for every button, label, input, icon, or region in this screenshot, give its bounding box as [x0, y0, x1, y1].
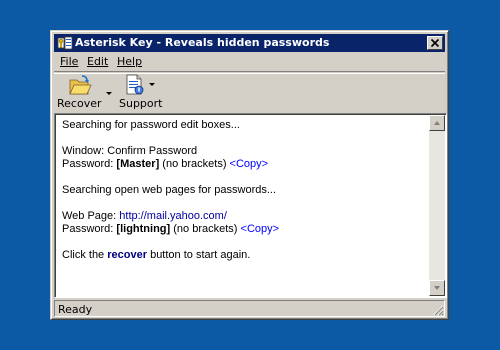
- menu-separator: [54, 71, 445, 74]
- log-line-password-1: Password: [Master] (no brackets) <Copy>: [62, 158, 422, 171]
- menu-bar: File Edit Help: [54, 53, 445, 70]
- document-icon: [124, 74, 146, 99]
- log-line-web-page: Web Page: http://mail.yahoo.com/: [62, 210, 422, 223]
- close-button[interactable]: [427, 36, 443, 50]
- support-button[interactable]: Support: [115, 74, 163, 110]
- recover-label: Recover: [57, 97, 102, 110]
- scroll-up-button[interactable]: [429, 115, 445, 131]
- menu-edit[interactable]: Edit: [87, 55, 108, 68]
- window-title: Asterisk Key - Reveals hidden passwords: [75, 36, 330, 49]
- log-line-password-2: Password: [lightning] (no brackets) <Cop…: [62, 223, 422, 236]
- menu-edit-label: Edit: [87, 55, 109, 68]
- web-page-url-link[interactable]: http://mail.yahoo.com/: [119, 210, 227, 222]
- menu-help[interactable]: Help: [117, 55, 142, 68]
- log-text: Searching for password edit boxes... Win…: [62, 119, 422, 262]
- password-prefix: Password:: [62, 223, 117, 235]
- web-page-prefix: Web Page:: [62, 210, 120, 222]
- status-bar: Ready: [54, 300, 445, 317]
- vertical-scrollbar[interactable]: [429, 115, 445, 296]
- log-line-window: Window: Confirm Password: [62, 145, 422, 158]
- password-prefix: Password:: [62, 158, 117, 170]
- copy-link[interactable]: <Copy>: [241, 223, 280, 235]
- password-value: lightning: [120, 223, 167, 235]
- resize-grip-icon[interactable]: [432, 304, 444, 316]
- close-icon: [430, 38, 440, 48]
- arrow-up-icon: [434, 121, 440, 125]
- window-prefix: Window:: [62, 145, 108, 157]
- menu-file[interactable]: File: [60, 55, 78, 68]
- menu-file-label: File: [60, 55, 79, 68]
- log-line-searching-web-pages: Searching open web pages for passwords..…: [62, 184, 277, 196]
- output-text-area[interactable]: Searching for password edit boxes... Win…: [54, 113, 447, 298]
- copy-link[interactable]: <Copy>: [230, 158, 269, 170]
- support-dropdown-arrow[interactable]: [149, 83, 155, 86]
- password-value: Master: [120, 158, 156, 170]
- title-bar[interactable]: Asterisk Key - Reveals hidden passwords: [54, 34, 445, 52]
- password-note: (no brackets): [159, 158, 230, 170]
- window-name: Confirm Password: [107, 145, 198, 157]
- recover-dropdown-arrow[interactable]: [106, 92, 112, 95]
- password-note: (no brackets): [170, 223, 241, 235]
- click-suffix: button to start again.: [147, 249, 251, 261]
- support-label: Support: [119, 97, 163, 110]
- recover-button[interactable]: Recover: [55, 74, 107, 110]
- log-line-click-recover: Click the recover button to start again.: [62, 249, 422, 262]
- status-panel: Ready: [54, 300, 445, 317]
- main-window: Asterisk Key - Reveals hidden passwords …: [50, 30, 449, 320]
- menu-help-label: Help: [117, 55, 143, 68]
- status-text: Ready: [58, 303, 93, 316]
- click-prefix: Click the: [62, 249, 108, 261]
- key-icon: [57, 35, 73, 51]
- log-line-searching-edit-boxes: Searching for password edit boxes...: [62, 119, 240, 131]
- arrow-down-icon: [434, 286, 440, 290]
- scroll-down-button[interactable]: [429, 280, 445, 296]
- recover-link[interactable]: recover: [107, 249, 147, 261]
